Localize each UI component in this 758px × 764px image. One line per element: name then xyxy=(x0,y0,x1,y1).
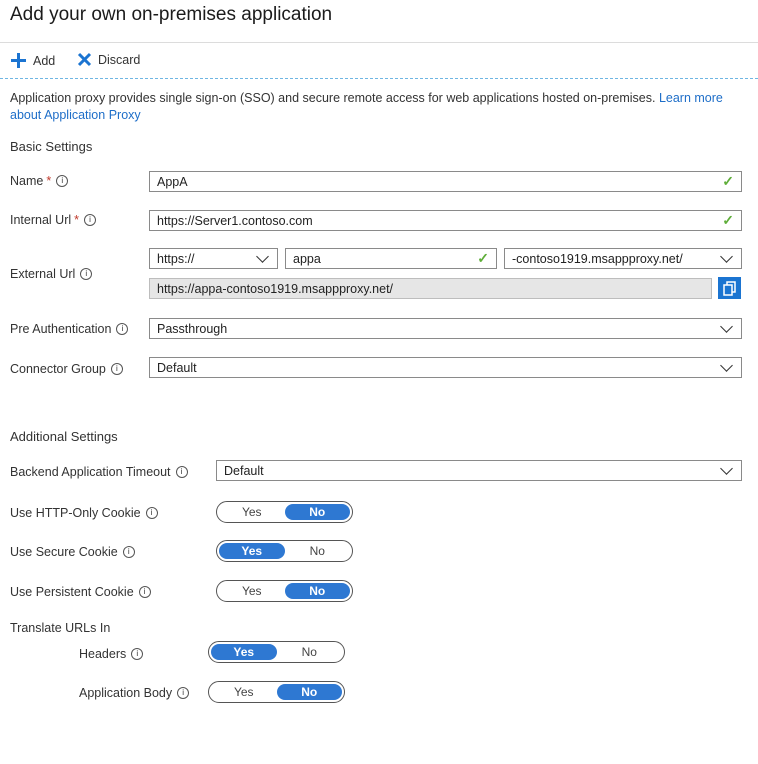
external-url-label: External Url i xyxy=(10,267,93,281)
name-label-text: Name xyxy=(10,174,44,188)
internal-url-label-text: Internal Url xyxy=(10,213,72,227)
persistent-cookie-toggle[interactable]: Yes No xyxy=(216,580,353,602)
info-icon[interactable]: i xyxy=(177,687,190,699)
valid-check-icon: ✓ xyxy=(722,173,734,189)
toggle-yes[interactable]: Yes xyxy=(219,543,285,559)
name-label: Name * i xyxy=(10,174,69,188)
external-url-domain-dropdown[interactable]: -contoso1919.msappproxy.net/ xyxy=(504,248,742,269)
info-icon[interactable]: i xyxy=(80,268,93,280)
http-only-cookie-label-text: Use HTTP-Only Cookie xyxy=(10,506,141,520)
valid-check-icon: ✓ xyxy=(722,212,734,228)
pre-auth-label: Pre Authentication i xyxy=(10,322,129,336)
toggle-no[interactable]: No xyxy=(284,583,350,599)
external-url-domain-value: -contoso1919.msappproxy.net/ xyxy=(512,251,683,266)
secure-cookie-label-text: Use Secure Cookie xyxy=(10,545,118,559)
backend-timeout-label-text: Backend Application Timeout xyxy=(10,465,171,479)
external-url-scheme-dropdown[interactable]: https:// xyxy=(149,248,278,269)
valid-check-icon: ✓ xyxy=(477,250,489,266)
copy-button[interactable] xyxy=(718,277,741,299)
application-body-label: Application Body i xyxy=(79,686,190,700)
headers-label: Headers i xyxy=(79,647,144,661)
info-icon[interactable]: i xyxy=(110,363,123,375)
toggle-no[interactable]: No xyxy=(276,684,342,700)
page-title: Add your own on-premises application xyxy=(10,4,333,25)
chevron-down-icon xyxy=(720,462,733,475)
toggle-no[interactable]: No xyxy=(285,543,351,559)
external-url-prefix-field[interactable]: appa ✓ xyxy=(285,248,497,269)
backend-timeout-dropdown[interactable]: Default xyxy=(216,460,742,481)
translate-headers-toggle[interactable]: Yes No xyxy=(208,641,345,663)
info-icon[interactable]: i xyxy=(122,546,135,558)
secure-cookie-label: Use Secure Cookie i xyxy=(10,545,135,559)
external-url-prefix-value: appa xyxy=(293,251,321,266)
http-only-cookie-label: Use HTTP-Only Cookie i xyxy=(10,506,158,520)
description: Application proxy provides single sign-o… xyxy=(10,90,750,124)
connector-group-value: Default xyxy=(157,360,197,375)
info-icon[interactable]: i xyxy=(116,323,129,335)
toggle-no[interactable]: No xyxy=(277,644,343,660)
info-icon[interactable]: i xyxy=(175,466,188,478)
backend-timeout-value: Default xyxy=(224,463,264,478)
toolbar-divider xyxy=(0,78,758,79)
translate-urls-heading: Translate URLs In xyxy=(10,621,111,635)
chevron-down-icon xyxy=(256,250,269,263)
required-marker: * xyxy=(46,174,52,188)
toggle-yes[interactable]: Yes xyxy=(211,644,277,660)
discard-button-label: Discard xyxy=(98,52,141,67)
plus-icon xyxy=(11,53,26,68)
pre-auth-label-text: Pre Authentication xyxy=(10,322,112,336)
info-icon[interactable]: i xyxy=(56,175,69,187)
external-url-full-value: https://appa-contoso1919.msappproxy.net/ xyxy=(157,281,394,296)
toggle-yes[interactable]: Yes xyxy=(219,504,285,520)
name-value: AppA xyxy=(157,174,188,189)
connector-group-label-text: Connector Group xyxy=(10,362,106,376)
translate-body-toggle[interactable]: Yes No xyxy=(208,681,345,703)
chevron-down-icon xyxy=(720,320,733,333)
internal-url-label: Internal Url * i xyxy=(10,213,97,227)
info-icon[interactable]: i xyxy=(145,507,158,519)
toggle-yes[interactable]: Yes xyxy=(211,684,277,700)
internal-url-field[interactable]: https://Server1.contoso.com ✓ xyxy=(149,210,742,231)
additional-settings-heading: Additional Settings xyxy=(10,429,118,444)
info-icon[interactable]: i xyxy=(138,586,151,598)
internal-url-value: https://Server1.contoso.com xyxy=(157,213,313,228)
external-url-scheme-value: https:// xyxy=(157,251,195,266)
header-divider xyxy=(0,42,758,43)
discard-button[interactable]: Discard xyxy=(77,52,140,67)
pre-auth-dropdown[interactable]: Passthrough xyxy=(149,318,742,339)
basic-settings-heading: Basic Settings xyxy=(10,139,93,154)
pre-auth-value: Passthrough xyxy=(157,321,228,336)
name-field[interactable]: AppA ✓ xyxy=(149,171,742,192)
external-url-full-field: https://appa-contoso1919.msappproxy.net/ xyxy=(149,278,712,299)
chevron-down-icon xyxy=(720,359,733,372)
backend-timeout-label: Backend Application Timeout i xyxy=(10,465,188,479)
connector-group-label: Connector Group i xyxy=(10,362,123,376)
close-icon xyxy=(77,52,92,67)
required-marker: * xyxy=(74,213,80,227)
add-button[interactable]: Add xyxy=(10,52,55,69)
description-text: Application proxy provides single sign-o… xyxy=(10,91,659,105)
toggle-yes[interactable]: Yes xyxy=(219,583,285,599)
info-icon[interactable]: i xyxy=(84,214,97,226)
persistent-cookie-label-text: Use Persistent Cookie xyxy=(10,585,134,599)
info-icon[interactable]: i xyxy=(131,648,144,660)
toggle-no[interactable]: No xyxy=(284,504,350,520)
external-url-label-text: External Url xyxy=(10,267,76,281)
copy-icon xyxy=(722,280,736,296)
connector-group-dropdown[interactable]: Default xyxy=(149,357,742,378)
add-button-label: Add xyxy=(33,53,56,68)
secure-cookie-toggle[interactable]: Yes No xyxy=(216,540,353,562)
chevron-down-icon xyxy=(720,250,733,263)
http-only-cookie-toggle[interactable]: Yes No xyxy=(216,501,353,523)
application-body-label-text: Application Body xyxy=(79,686,173,700)
persistent-cookie-label: Use Persistent Cookie i xyxy=(10,585,151,599)
headers-label-text: Headers xyxy=(79,647,127,661)
